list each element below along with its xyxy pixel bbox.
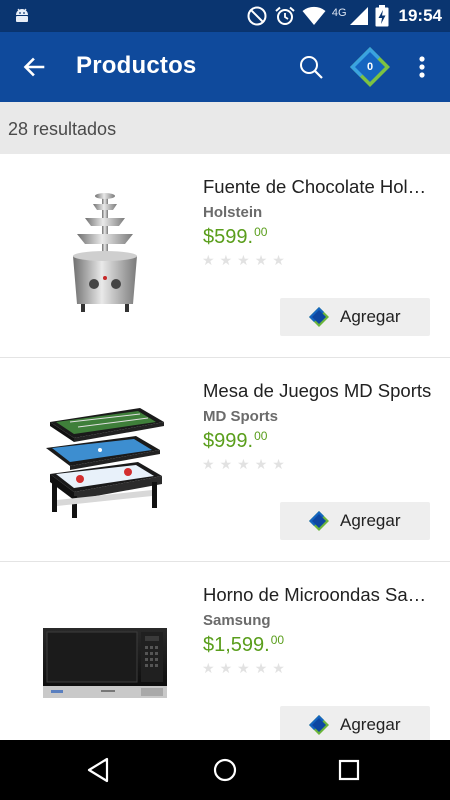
- nav-recents-icon: [338, 759, 360, 781]
- results-count: 28 resultados: [8, 119, 117, 139]
- game-table-image: [46, 408, 164, 518]
- star-icon: ★: [202, 660, 215, 676]
- nav-home-button[interactable]: [201, 752, 249, 788]
- back-arrow-icon: [23, 57, 45, 77]
- price-main: $1,599.: [203, 634, 270, 656]
- page-title: Productos: [76, 52, 197, 79]
- network-type: 4G: [331, 7, 347, 19]
- star-icon: ★: [202, 456, 215, 472]
- more-options-button[interactable]: [408, 49, 436, 85]
- battery-charging-icon: [375, 5, 389, 27]
- status-time: 19:54: [398, 6, 442, 25]
- price-cents: 00: [254, 225, 268, 239]
- star-rating: ★ ★ ★ ★ ★: [202, 253, 285, 267]
- add-to-cart-button[interactable]: Agregar: [280, 706, 430, 740]
- results-header: 28 resultados: [0, 102, 450, 154]
- add-button-label: Agregar: [340, 511, 401, 530]
- nav-back-icon: [87, 757, 109, 783]
- cart-count-badge: 0: [366, 61, 374, 73]
- app-bar: Productos 0: [0, 32, 450, 102]
- diamond-logo-icon: [309, 511, 329, 531]
- cart-button[interactable]: 0: [348, 45, 392, 89]
- back-button[interactable]: [14, 49, 54, 85]
- star-icon: ★: [237, 456, 250, 472]
- add-to-cart-button[interactable]: Agregar: [280, 298, 430, 336]
- product-brand: MD Sports: [203, 408, 278, 425]
- diamond-logo-icon: [309, 307, 329, 327]
- system-nav-bar: [0, 740, 450, 800]
- product-card[interactable]: Mesa de Juegos MD Sports MD Sports $999.…: [0, 358, 450, 562]
- add-button-label: Agregar: [340, 307, 401, 326]
- alarm-icon: [275, 6, 295, 25]
- more-vert-icon: [419, 56, 425, 78]
- diamond-logo-icon: [309, 715, 329, 735]
- product-name[interactable]: Mesa de Juegos MD Sports: [203, 380, 435, 402]
- nav-back-button[interactable]: [75, 752, 123, 788]
- price-main: $599.: [203, 226, 254, 248]
- star-icon: ★: [202, 252, 215, 268]
- star-icon: ★: [219, 660, 233, 676]
- star-icon: ★: [272, 456, 285, 472]
- product-card[interactable]: Fuente de Chocolate Holstein Holstein $5…: [0, 154, 450, 358]
- microwave-image: [43, 628, 167, 698]
- search-button[interactable]: [292, 49, 330, 85]
- price-main: $999.: [203, 430, 254, 452]
- search-icon: [300, 56, 323, 79]
- product-name[interactable]: Fuente de Chocolate Holstein: [203, 176, 435, 198]
- product-image[interactable]: [30, 380, 180, 540]
- product-brand: Samsung: [203, 612, 271, 629]
- star-icon: ★: [219, 252, 233, 268]
- product-image[interactable]: [30, 584, 180, 740]
- star-rating: ★ ★ ★ ★ ★: [202, 457, 285, 471]
- signal-icon: [349, 7, 368, 25]
- product-price: $999.00: [203, 429, 267, 453]
- star-icon: ★: [254, 252, 268, 268]
- wifi-icon: [302, 6, 326, 25]
- nav-recents-button[interactable]: [325, 752, 373, 788]
- add-to-cart-button[interactable]: Agregar: [280, 502, 430, 540]
- product-price: $599.00: [203, 225, 267, 249]
- nav-home-icon: [213, 758, 237, 782]
- price-cents: 00: [270, 633, 285, 647]
- price-cents: 00: [254, 429, 268, 443]
- product-brand: Holstein: [203, 204, 263, 221]
- star-icon: ★: [237, 660, 250, 676]
- add-button-label: Agregar: [340, 715, 401, 734]
- product-card[interactable]: Horno de Microondas Samsung Samsung $1,5…: [0, 562, 450, 740]
- star-rating: ★ ★ ★ ★ ★: [202, 661, 285, 675]
- product-name[interactable]: Horno de Microondas Samsung: [203, 584, 435, 606]
- star-icon: ★: [272, 660, 285, 676]
- chocolate-fountain-image: [73, 193, 137, 312]
- star-icon: ★: [219, 456, 233, 472]
- star-icon: ★: [254, 660, 268, 676]
- dnd-icon: [247, 6, 267, 26]
- star-icon: ★: [272, 252, 285, 268]
- android-icon: [16, 8, 28, 22]
- star-icon: ★: [237, 252, 250, 268]
- star-icon: ★: [254, 456, 268, 472]
- status-bar: 4G 19:54: [0, 0, 450, 32]
- product-list[interactable]: Fuente de Chocolate Holstein Holstein $5…: [0, 154, 450, 740]
- product-price: $1,599.00: [203, 633, 284, 657]
- product-image[interactable]: [30, 176, 180, 336]
